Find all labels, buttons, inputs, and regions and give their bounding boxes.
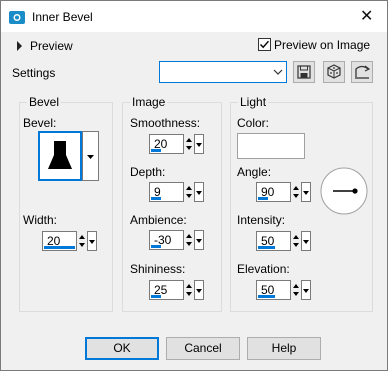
angle-spinner[interactable]: 90 [256,182,311,202]
bevel-shape-label: Bevel: [23,116,57,130]
window-title: Inner Bevel [32,10,93,24]
chevron-down-icon[interactable] [270,62,286,82]
dropdown-arrow-icon [196,143,202,147]
light-color-swatch[interactable] [237,133,305,159]
smoothness-input[interactable]: 20 [149,134,184,154]
bevel-shape-dropdown[interactable] [82,131,99,181]
dropdown-arrow-icon [196,191,202,195]
close-button[interactable]: ✕ [353,5,381,27]
dropdown-arrow-icon [303,289,309,293]
angle-dropdown[interactable] [301,182,311,202]
bevel-group-title: Bevel [27,95,62,109]
angle-dial[interactable] [319,166,369,216]
ambience-input[interactable]: -30 [149,230,184,250]
ambience-level-bar [151,245,161,248]
spin-arrows-icon[interactable] [184,231,194,249]
depth-level-bar [151,197,161,200]
depth-label: Depth: [130,165,166,179]
intensity-level-bar [258,246,275,249]
spin-arrows-icon[interactable] [184,135,194,153]
smoothness-spinner[interactable]: 20 [149,134,204,154]
width-spinner[interactable]: 20 [42,231,97,251]
smoothness-label: Smoothness: [130,116,201,130]
settings-label: Settings [12,66,56,80]
cancel-button[interactable]: Cancel [166,337,240,360]
spin-arrows-icon[interactable] [291,281,301,299]
width-label: Width: [23,213,58,227]
edit-preset-icon [355,65,371,79]
ok-button[interactable]: OK [85,337,159,360]
image-group-title: Image [130,95,168,109]
preset-combobox[interactable] [159,61,287,83]
app-icon [9,11,25,24]
ambience-dropdown[interactable] [194,230,204,250]
width-level-bar [44,246,75,249]
dropdown-arrow-icon [89,240,95,244]
angle-label: Angle: [237,165,272,179]
smoothness-level-bar [151,149,161,152]
width-input[interactable]: 20 [42,231,77,251]
title-bar[interactable]: Inner Bevel ✕ [1,1,387,32]
intensity-label: Intensity: [237,213,286,227]
elevation-label: Elevation: [237,262,290,276]
shininess-spinner[interactable]: 25 [149,280,204,300]
elevation-spinner[interactable]: 50 [256,280,311,300]
bevel-shape-icon [48,141,72,169]
intensity-spinner[interactable]: 50 [256,231,311,251]
reset-dice-icon [327,64,341,79]
smoothness-dropdown[interactable] [194,134,204,154]
color-label: Color: [237,116,270,130]
depth-dropdown[interactable] [194,182,204,202]
elevation-level-bar [258,295,275,298]
spin-arrows-icon[interactable] [291,183,301,201]
elevation-dropdown[interactable] [301,280,311,300]
elevation-input[interactable]: 50 [256,280,291,300]
bevel-shape-picker[interactable] [38,131,82,181]
depth-input[interactable]: 9 [149,182,184,202]
preview-on-image-label[interactable]: Preview on Image [274,38,370,52]
shininess-dropdown[interactable] [194,280,204,300]
depth-spinner[interactable]: 9 [149,182,204,202]
dropdown-arrow-icon [303,191,309,195]
dropdown-arrow-icon [87,155,94,159]
shininess-level-bar [151,295,161,298]
angle-level-bar [258,197,268,200]
spin-arrows-icon[interactable] [184,183,194,201]
expand-arrow-icon [17,41,22,51]
angle-input[interactable]: 90 [256,182,291,202]
spin-arrows-icon[interactable] [77,232,87,250]
inner-bevel-dialog: Inner Bevel ✕ Preview Preview on Image S… [0,0,388,371]
preview-label: Preview [30,39,73,53]
light-group-title: Light [238,95,269,109]
save-preset-button[interactable] [293,61,315,83]
shininess-input[interactable]: 25 [149,280,184,300]
close-icon: ✕ [360,8,374,25]
width-dropdown[interactable] [87,231,97,251]
reset-button[interactable] [323,61,345,83]
spin-arrows-icon[interactable] [184,281,194,299]
ambience-spinner[interactable]: -30 [149,230,204,250]
intensity-dropdown[interactable] [301,231,311,251]
spin-arrows-icon[interactable] [291,232,301,250]
dropdown-arrow-icon [303,240,309,244]
dropdown-arrow-icon [196,239,202,243]
edit-preset-button[interactable] [351,61,373,83]
preview-on-image-checkbox[interactable] [258,38,271,51]
ambience-label: Ambience: [130,213,187,227]
intensity-input[interactable]: 50 [256,231,291,251]
shininess-label: Shininess: [130,262,186,276]
save-preset-icon [297,65,311,79]
dropdown-arrow-icon [196,289,202,293]
help-button[interactable]: Help [247,337,321,360]
checkmark-icon [260,40,270,49]
